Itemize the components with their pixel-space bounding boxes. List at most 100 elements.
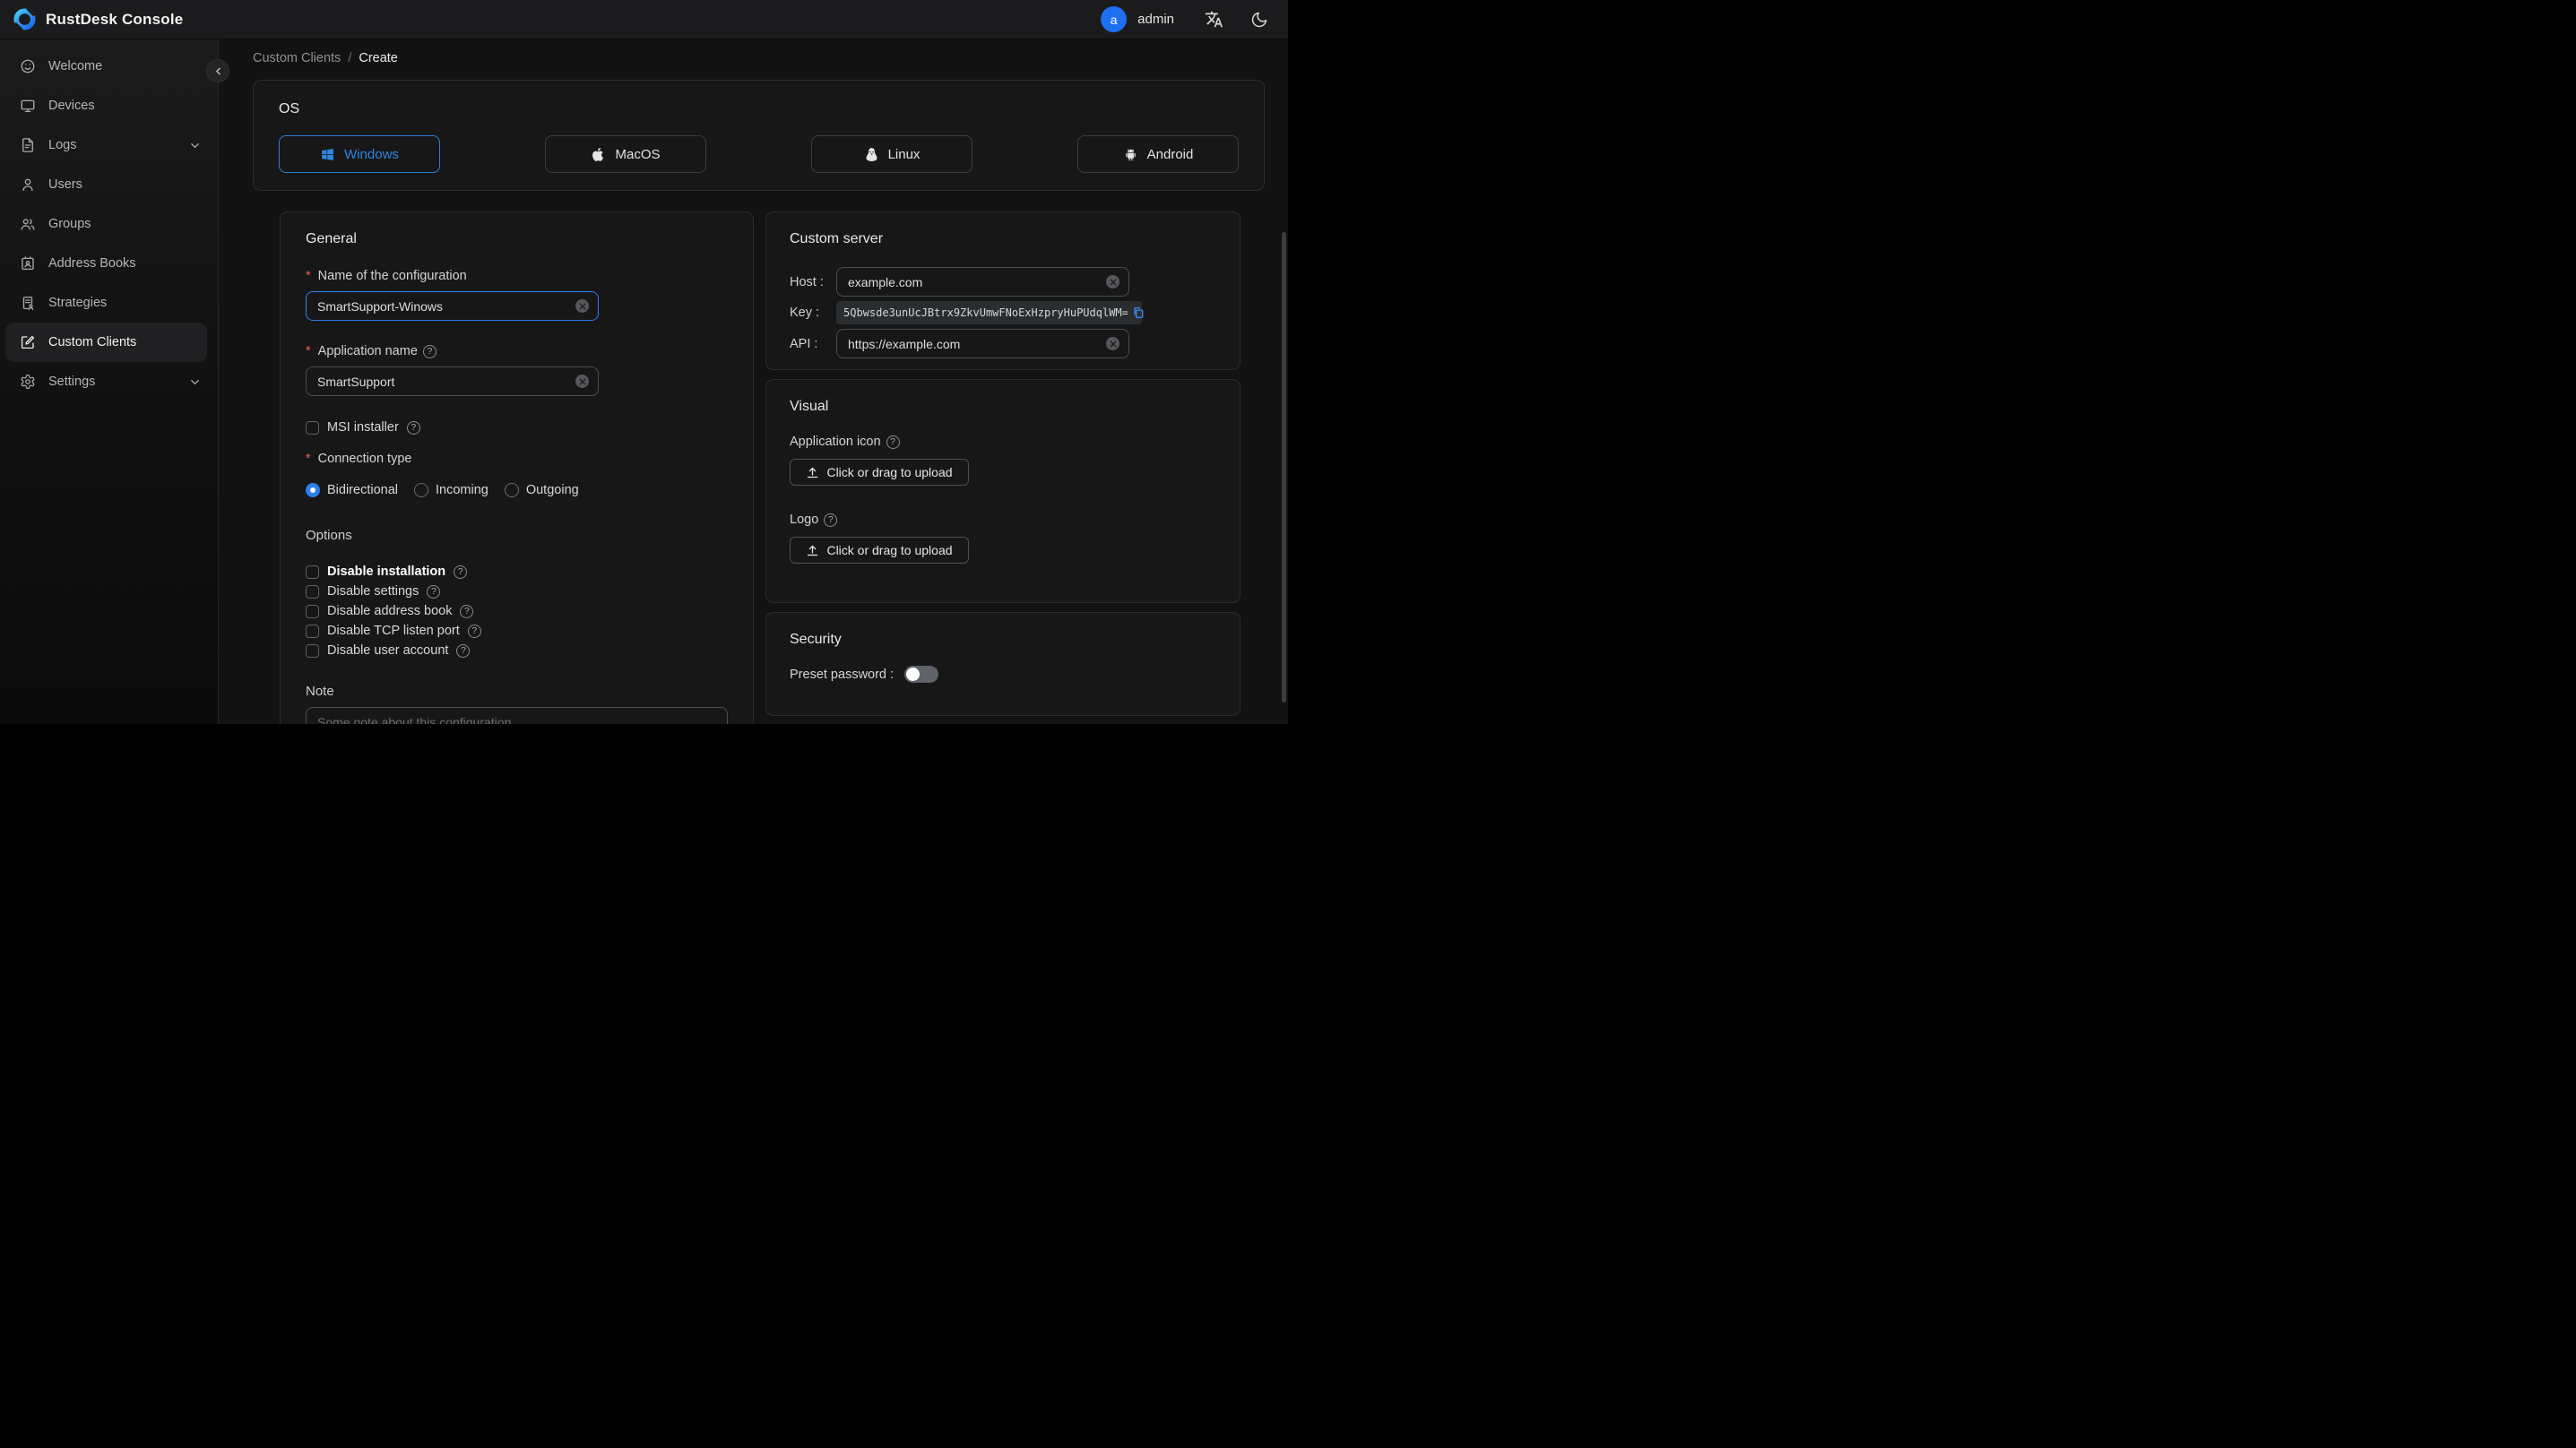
help-icon[interactable]: ?: [824, 513, 838, 527]
msi-installer-checkbox-row[interactable]: MSI installer ?: [306, 418, 728, 437]
clear-icon[interactable]: [1106, 337, 1119, 350]
os-button-label: Android: [1146, 146, 1194, 162]
host-input-wrapper: [836, 267, 1129, 297]
options-section-label: Options: [306, 528, 352, 543]
help-icon[interactable]: ?: [456, 643, 471, 658]
linux-tux-icon: [866, 147, 877, 161]
options-list: Disable installation ? Disable settings …: [306, 562, 728, 660]
help-icon[interactable]: ?: [467, 624, 481, 638]
clear-icon[interactable]: [1106, 275, 1119, 289]
help-icon[interactable]: ?: [422, 345, 437, 358]
radio-icon[interactable]: [306, 483, 320, 497]
checkbox-icon[interactable]: [306, 565, 319, 579]
app-icon-upload-button[interactable]: Click or drag to upload: [790, 459, 969, 486]
os-button-label: Windows: [344, 146, 399, 162]
radio-bidirectional[interactable]: Bidirectional: [306, 483, 398, 497]
rustdesk-console-app: RustDesk Console a admin Welcome Devices: [0, 0, 1288, 724]
preset-password-toggle[interactable]: [904, 666, 939, 683]
clear-icon[interactable]: [575, 375, 589, 388]
help-icon[interactable]: ?: [427, 584, 441, 599]
radio-icon[interactable]: [414, 483, 428, 497]
sidebar-item-groups[interactable]: Groups: [0, 204, 218, 244]
copy-icon[interactable]: [1132, 306, 1145, 319]
sidebar-item-label: Address Books: [48, 256, 136, 271]
config-name-input[interactable]: [317, 298, 575, 314]
os-button-macos[interactable]: MacOS: [545, 135, 706, 173]
radio-icon[interactable]: [504, 483, 519, 497]
dark-mode-icon[interactable]: [1250, 11, 1268, 29]
radio-incoming[interactable]: Incoming: [414, 483, 488, 497]
general-card: General * Name of the configuration * Ap…: [280, 211, 754, 724]
sidebar-item-custom-clients[interactable]: Custom Clients: [5, 323, 207, 362]
sidebar-item-welcome[interactable]: Welcome: [0, 47, 218, 86]
option-disable-installation[interactable]: Disable installation ?: [306, 562, 728, 582]
note-textarea[interactable]: [306, 707, 728, 724]
os-button-android[interactable]: Android: [1077, 135, 1239, 173]
logo-upload-button[interactable]: Click or drag to upload: [790, 537, 969, 564]
chevron-left-icon: [215, 67, 220, 74]
option-disable-settings[interactable]: Disable settings ?: [306, 582, 728, 601]
option-disable-address-book[interactable]: Disable address book ?: [306, 601, 728, 621]
sidebar-item-users[interactable]: Users: [0, 165, 218, 204]
help-icon[interactable]: ?: [454, 565, 468, 579]
rustdesk-logo-icon: [13, 7, 36, 31]
sidebar-item-address-books[interactable]: Address Books: [0, 244, 218, 283]
scrollbar-thumb[interactable]: [1282, 232, 1286, 702]
sidebar-item-label: Strategies: [48, 296, 108, 310]
upload-icon: [808, 545, 818, 556]
toggle-knob: [906, 668, 921, 681]
os-button-linux[interactable]: Linux: [811, 135, 972, 173]
android-icon: [1125, 148, 1136, 160]
name-field-label: * Name of the configuration: [306, 269, 467, 283]
sidebar-item-devices[interactable]: Devices: [0, 86, 218, 125]
sidebar-item-strategies[interactable]: Strategies: [0, 283, 218, 323]
visual-card-title: Visual: [790, 399, 829, 414]
host-label: Host :: [790, 274, 824, 289]
sidebar-collapse-button[interactable]: [206, 59, 229, 82]
app-name-input-wrapper: [306, 366, 599, 396]
logo-label: Logo ?: [790, 513, 1216, 528]
avatar-initial: a: [1110, 12, 1118, 27]
sidebar-item-label: Groups: [48, 217, 91, 231]
key-value-chip: 5Qbwsde3unUcJBtrx9ZkvUmwFNoExHzpryHuPUdq…: [836, 301, 1145, 324]
help-icon[interactable]: ?: [460, 604, 474, 618]
language-icon[interactable]: [1205, 10, 1223, 29]
apple-icon: [592, 147, 604, 161]
api-input[interactable]: [848, 336, 1106, 351]
sidebar-item-settings[interactable]: Settings: [0, 362, 218, 401]
gear-icon: [21, 374, 35, 390]
breadcrumb-separator: /: [348, 51, 352, 65]
help-icon[interactable]: ?: [886, 435, 900, 449]
sidebar-item-label: Logs: [48, 138, 77, 152]
help-icon[interactable]: ?: [406, 420, 420, 435]
security-card: Security Preset password :: [765, 612, 1240, 716]
checkbox-icon[interactable]: [306, 624, 319, 638]
key-value: 5Qbwsde3unUcJBtrx9ZkvUmwFNoExHzpryHuPUdq…: [843, 306, 1128, 319]
application-name-input[interactable]: [317, 374, 575, 389]
host-input[interactable]: [848, 274, 1106, 289]
document-icon: [22, 138, 33, 152]
sidebar-item-logs[interactable]: Logs: [0, 125, 218, 165]
option-disable-tcp-listen-port[interactable]: Disable TCP listen port ?: [306, 621, 728, 641]
clear-icon[interactable]: [575, 299, 589, 313]
checkbox-icon[interactable]: [306, 420, 319, 435]
checkbox-icon[interactable]: [306, 604, 319, 618]
chevron-down-icon[interactable]: [188, 375, 202, 389]
checkbox-icon[interactable]: [306, 584, 319, 599]
sidebar-item-label: Welcome: [48, 59, 103, 73]
windows-icon: [322, 148, 333, 160]
main-content: Custom Clients / Create OS Windows MacOS: [219, 39, 1288, 724]
breadcrumb-parent[interactable]: Custom Clients: [253, 51, 341, 65]
avatar[interactable]: a: [1101, 6, 1128, 32]
option-disable-user-account[interactable]: Disable user account ?: [306, 641, 728, 660]
visual-card: Visual Application icon ? Click or drag …: [765, 379, 1240, 603]
app-name-field-label: * Application name ?: [306, 344, 728, 359]
chevron-down-icon[interactable]: [188, 139, 202, 152]
radio-outgoing[interactable]: Outgoing: [504, 483, 579, 497]
app-title: RustDesk Console: [46, 10, 184, 28]
connection-type-label: * Connection type: [306, 452, 412, 466]
checkbox-icon[interactable]: [306, 643, 319, 658]
username: admin: [1137, 12, 1174, 27]
sidebar-item-label: Custom Clients: [48, 335, 137, 349]
os-button-windows[interactable]: Windows: [279, 135, 440, 173]
